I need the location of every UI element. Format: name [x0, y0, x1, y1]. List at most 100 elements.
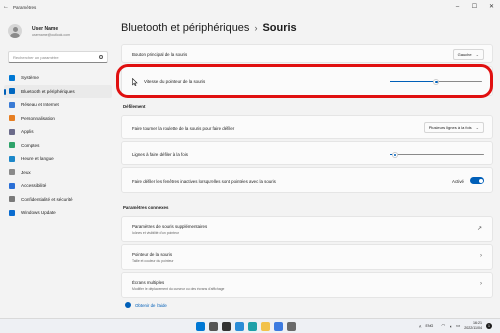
related-item-title: Paramètres de souris supplémentaires — [132, 224, 208, 229]
sidebar-item[interactable]: Heure et langue — [4, 152, 112, 166]
scroll-wheel-label: Faire tourner la roulette de la souris p… — [132, 126, 235, 131]
external-link-icon: ↗ — [476, 226, 482, 232]
user-email: username@outlook.com — [32, 32, 70, 37]
primary-button-dropdown[interactable]: Gauche ⌄ — [452, 49, 484, 60]
scroll-wheel-row: Faire tourner la roulette de la souris p… — [121, 115, 493, 139]
scroll-section-title: Défilement — [123, 104, 146, 109]
related-item-mouse-pointer[interactable]: Pointeur de la souris Taille et couleur … — [121, 244, 493, 270]
related-item-subtitle: Taille et couleur du pointeur — [132, 259, 174, 263]
taskbar: ˄ ENG ◠ ◖ ▭ 16:21 2022/11/04 1 — [0, 318, 500, 333]
shield-icon — [9, 196, 15, 203]
bluetooth-icon — [9, 88, 15, 95]
search-icon[interactable] — [209, 322, 218, 331]
sidebar-item-label: Applis — [21, 129, 34, 135]
sidebar-item[interactable]: Jeux — [4, 166, 112, 180]
help-link-label: Obtenir de l'aide — [135, 302, 167, 308]
search-placeholder: Rechercher un paramètre — [13, 55, 59, 60]
slider-thumb[interactable] — [391, 151, 398, 158]
lines-to-scroll-label: Lignes à faire défiler à la fois — [132, 152, 188, 157]
scroll-wheel-value: Plusieurs lignes à la fois — [428, 125, 472, 130]
search-icon — [99, 55, 103, 59]
edge-icon[interactable] — [248, 322, 257, 331]
settings-icon[interactable] — [287, 322, 296, 331]
sidebar-item-label: Windows Update — [21, 210, 56, 216]
sidebar-item-label: Jeux — [21, 169, 31, 175]
help-link[interactable]: Obtenir de l'aide — [125, 302, 167, 308]
sidebar-item[interactable]: Accessibilité — [4, 179, 112, 193]
chevron-down-icon: ⌄ — [475, 125, 479, 130]
avatar — [8, 24, 22, 38]
search-input[interactable]: Rechercher un paramètre — [8, 51, 108, 63]
lines-to-scroll-row: Lignes à faire défiler à la fois — [121, 141, 493, 165]
wifi-icon — [9, 101, 15, 108]
sidebar-item-label: Comptes — [21, 142, 40, 148]
folder-icon[interactable] — [261, 322, 270, 331]
page-title: Bluetooth et périphériques › Souris — [121, 22, 297, 34]
notification-badge[interactable]: 1 — [486, 323, 492, 329]
breadcrumb-parent[interactable]: Bluetooth et périphériques — [121, 22, 249, 34]
clock[interactable]: 16:21 2022/11/04 — [464, 321, 482, 331]
primary-button-row: Bouton principal de la souris Gauche ⌄ — [121, 44, 493, 63]
breadcrumb-separator: › — [254, 23, 258, 33]
sidebar-item-label: Heure et langue — [21, 156, 54, 162]
update-icon — [9, 209, 15, 216]
related-section-title: Paramètres connexes — [123, 205, 169, 210]
taskbar-apps — [196, 322, 300, 331]
sidebar-item[interactable]: Bluetooth et périphériques — [4, 84, 112, 98]
window-title: Paramètres — [13, 4, 37, 10]
related-item-title: Pointeur de la souris — [132, 252, 173, 257]
related-item-title: Écrans multiples — [132, 280, 165, 285]
primary-button-label: Bouton principal de la souris — [132, 52, 188, 57]
main-content: Bluetooth et périphériques › Souris Bouton… — [115, 14, 500, 318]
maximize-button[interactable]: ☐ — [466, 0, 483, 14]
related-item-mouse-settings[interactable]: Paramètres de souris supplémentaires Icô… — [121, 216, 493, 242]
gamepad-icon — [9, 169, 15, 176]
sidebar-item-label: Réseau et Internet — [21, 102, 59, 108]
sidebar-item[interactable]: Système — [4, 71, 112, 85]
primary-button-value: Gauche — [457, 52, 472, 57]
widgets-icon[interactable] — [235, 322, 244, 331]
back-arrow-icon[interactable]: ← — [0, 4, 12, 10]
start-icon[interactable] — [196, 322, 205, 331]
date: 2022/11/04 — [464, 326, 482, 330]
highlight-annotation — [116, 64, 493, 98]
inactive-scroll-state: Activé — [452, 179, 464, 184]
sidebar-item-label: Personnalisation — [21, 115, 55, 121]
sidebar-item-label: Système — [21, 75, 39, 81]
chevron-down-icon: ⌄ — [475, 52, 479, 57]
user-name: User Name — [32, 25, 59, 32]
account-icon — [9, 142, 15, 149]
sidebar-item[interactable]: Applis — [4, 125, 112, 139]
sidebar-item[interactable]: Comptes — [4, 139, 112, 153]
sidebar-item[interactable]: Réseau et Internet — [4, 98, 112, 112]
chevron-right-icon: › — [480, 253, 482, 259]
wifi-icon[interactable]: ◠ — [441, 323, 445, 329]
sidebar-item[interactable]: Confidentialité et sécurité — [4, 193, 112, 207]
inactive-scroll-toggle[interactable] — [470, 177, 484, 184]
help-icon — [125, 302, 131, 308]
related-item-multiple-displays[interactable]: Écrans multiples Modifier le déplacement… — [121, 272, 493, 298]
user-profile[interactable]: User Name username@outlook.com — [8, 24, 70, 38]
close-button[interactable]: ✕ — [483, 0, 500, 14]
title-bar: ← Paramètres – ☐ ✕ — [0, 0, 500, 14]
sidebar-item-label: Confidentialité et sécurité — [21, 196, 73, 202]
volume-icon[interactable]: ◖ — [449, 324, 452, 329]
sidebar-nav: Système Bluetooth et périphériques Réseau … — [4, 71, 112, 220]
store-icon[interactable] — [274, 322, 283, 331]
task-view-icon[interactable] — [222, 322, 231, 331]
scroll-wheel-dropdown[interactable]: Plusieurs lignes à la fois ⌄ — [423, 122, 484, 133]
breadcrumb-current: Souris — [262, 22, 297, 34]
sidebar-item-label: Bluetooth et périphériques — [21, 88, 75, 94]
window-controls: – ☐ ✕ — [449, 0, 500, 14]
monitor-icon — [9, 74, 15, 81]
chevron-up-icon[interactable]: ˄ — [419, 324, 422, 329]
sidebar-item-label: Accessibilité — [21, 183, 47, 189]
brush-icon — [9, 115, 15, 122]
language-indicator[interactable]: ENG — [426, 324, 434, 328]
lines-to-scroll-slider[interactable] — [390, 151, 484, 158]
sidebar-item[interactable]: Windows Update — [4, 206, 112, 220]
sidebar-item[interactable]: Personnalisation — [4, 112, 112, 126]
minimize-button[interactable]: – — [449, 0, 466, 14]
globe-clock-icon — [9, 155, 15, 162]
battery-icon[interactable]: ▭ — [456, 323, 460, 329]
